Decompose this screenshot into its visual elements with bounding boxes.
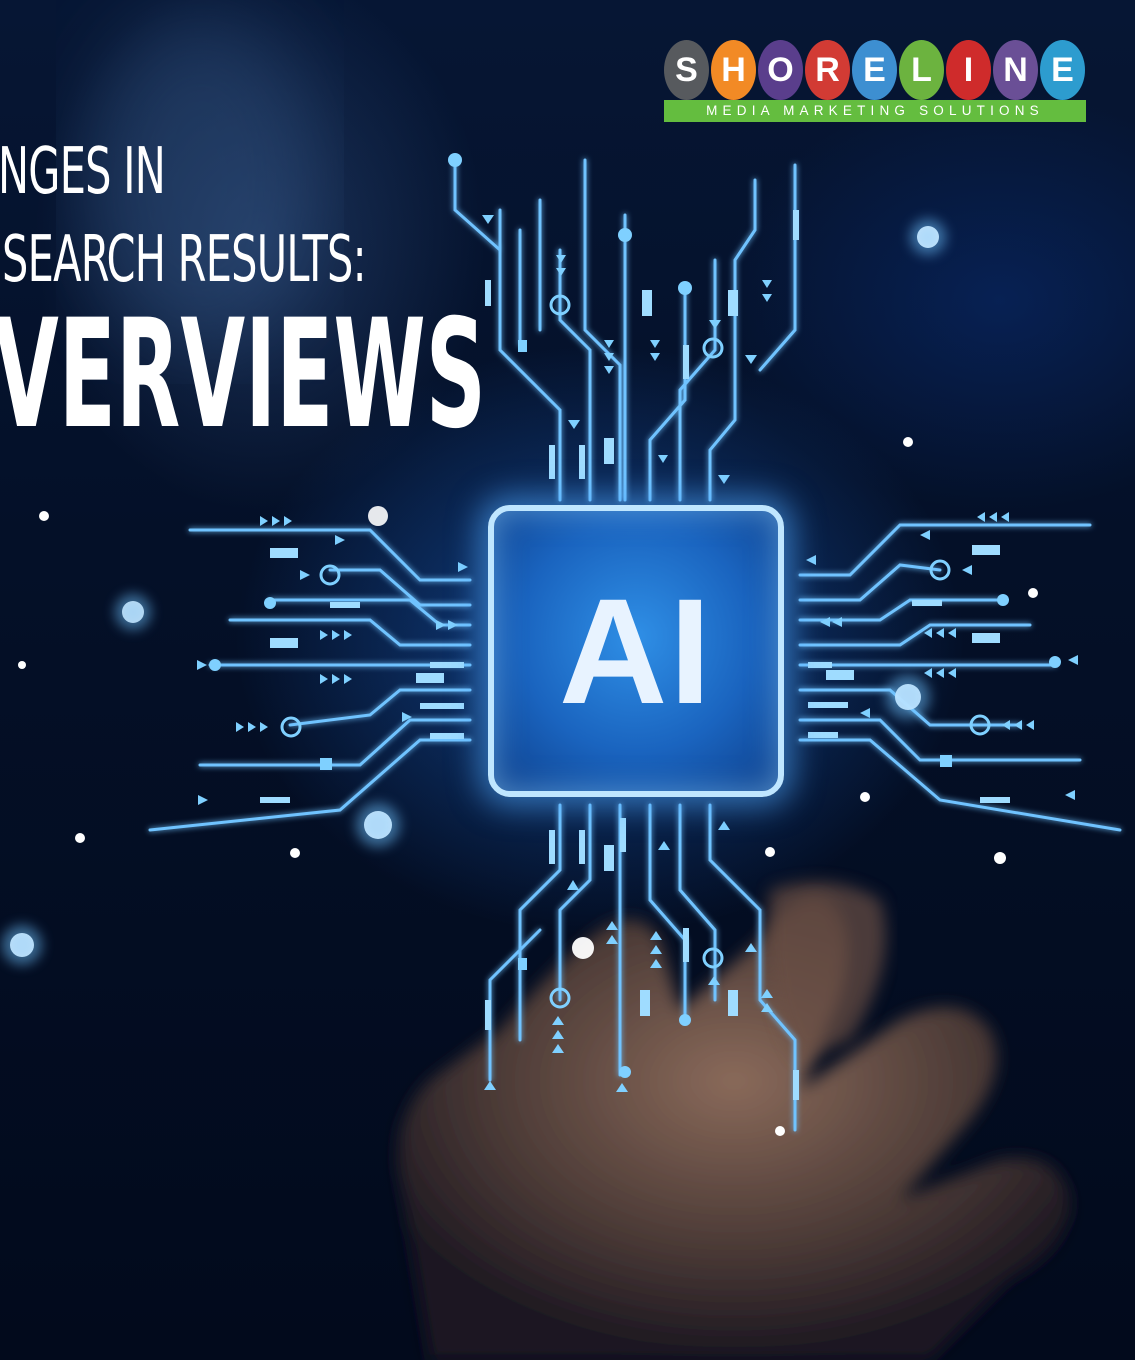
- logo-letter: I: [946, 40, 991, 100]
- headline: NGES IN SEARCH RESULTS: VERVIEWS: [0, 128, 788, 450]
- logo-letter: E: [852, 40, 897, 100]
- logo-tagline: MEDIA MARKETING SOLUTIONS: [664, 100, 1086, 122]
- logo-letters: S H O R E L I N E: [664, 40, 1086, 100]
- logo-letter: S: [664, 40, 709, 100]
- ai-chip: AI: [488, 505, 784, 797]
- scene: AI NGES IN SEARCH RESULTS: VERVIEWS S H …: [0, 0, 1135, 1360]
- headline-line-3: VERVIEWS: [0, 288, 486, 462]
- logo-letter: H: [711, 40, 756, 100]
- shoreline-logo: S H O R E L I N E MEDIA MARKETING SOLUTI…: [664, 40, 1086, 122]
- logo-letter: N: [993, 40, 1038, 100]
- chip-label: AI: [559, 566, 713, 735]
- logo-letter: E: [1040, 40, 1085, 100]
- logo-letter: O: [758, 40, 803, 100]
- logo-letter: L: [899, 40, 944, 100]
- headline-line-1: NGES IN: [0, 135, 166, 209]
- logo-letter: R: [805, 40, 850, 100]
